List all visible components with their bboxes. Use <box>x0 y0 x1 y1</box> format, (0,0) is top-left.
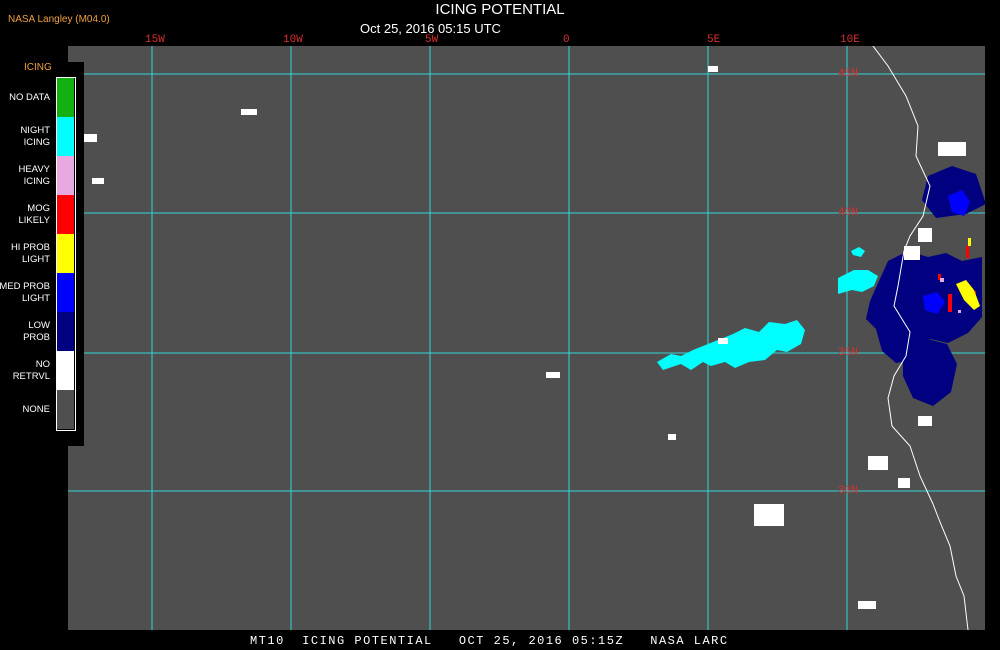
legend-label: HEAVY ICING <box>18 163 50 187</box>
footer-caption: MT10 ICING POTENTIAL OCT 25, 2016 05:15Z… <box>250 634 729 648</box>
no-retrieval-area <box>83 66 966 609</box>
legend-label: MOG LIKELY <box>18 202 50 226</box>
map-canvas <box>68 46 985 630</box>
lon-label-5e: 5E <box>707 34 721 46</box>
icing-map[interactable] <box>68 46 985 630</box>
legend-label: NIGHT ICING <box>20 124 50 148</box>
legend-label: LOW PROB <box>23 319 50 343</box>
lon-label-15w: 15W <box>145 34 165 46</box>
legend-label: NO DATA <box>9 91 50 103</box>
lat-label-45n: 45N <box>838 68 858 80</box>
legend-label: NONE <box>22 403 50 415</box>
footer-bar: MT10 ICING POTENTIAL OCT 25, 2016 05:15Z… <box>0 633 1000 650</box>
map-title: ICING POTENTIAL <box>435 1 565 18</box>
lon-label-10w: 10W <box>283 34 303 46</box>
legend-label: MED PROB LIGHT <box>0 280 50 304</box>
legend-frame <box>56 77 76 431</box>
lon-label-5w: 5W <box>425 34 439 46</box>
legend-label: NO RETRVL <box>12 358 50 382</box>
legend-label: HI PROB LIGHT <box>10 241 50 265</box>
lon-label-0: 0 <box>563 34 570 46</box>
graticule <box>68 46 985 630</box>
lat-label-40n: 40N <box>838 207 858 219</box>
legend-title: ICING <box>24 62 52 73</box>
lat-label-30n: 30N <box>838 485 858 497</box>
lat-label-35n: 35N <box>838 347 858 359</box>
lon-label-10e: 10E <box>840 34 860 46</box>
